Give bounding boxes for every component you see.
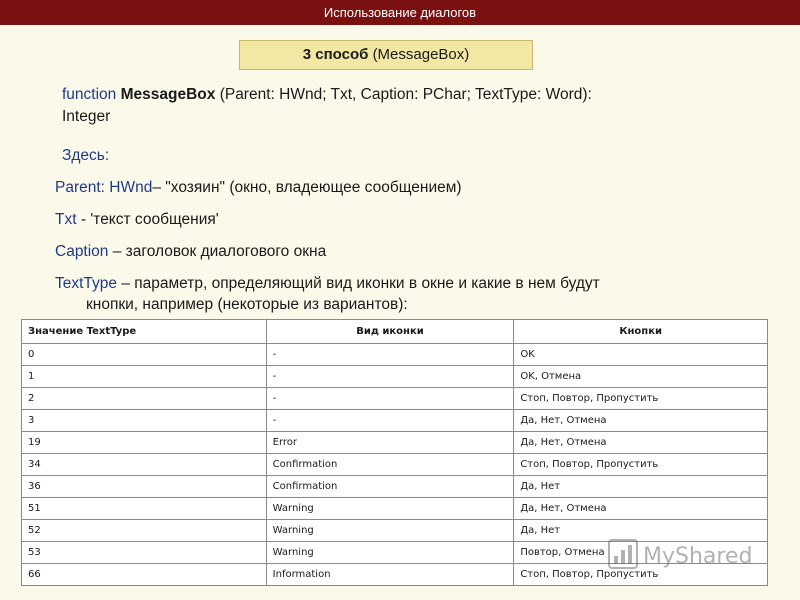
column-header-buttons: Кнопки [513,319,768,344]
cell-value: 2 [21,387,267,410]
method-name: (MessageBox) [372,46,470,63]
header-title: Использование диалогов [323,5,477,20]
param-name: Caption [55,243,109,260]
cell-buttons: Да, Нет, Отмена [513,497,768,520]
table-row: 36 Confirmation Да, Нет [21,475,768,498]
cell-value: 0 [21,343,267,366]
cell-value: 51 [21,497,267,520]
cell-icon: Warning [265,519,515,542]
cell-icon: - [265,387,515,410]
cell-value: 3 [21,409,267,432]
column-header-icon: Вид иконки [265,319,515,344]
cell-icon: Information [265,563,515,586]
cell-buttons: OK, Отмена [513,365,768,388]
column-header-value: Значение TextType [21,319,267,344]
table-row: 52 Warning Да, Нет [21,519,768,542]
param-name: TextType [55,275,118,292]
header-bar: Использование диалогов [0,0,800,25]
cell-buttons: Повтор, Отмена [513,541,768,564]
function-signature: function MessageBox (Parent: HWnd; Txt, … [62,86,592,104]
cell-value: 36 [21,475,267,498]
cell-icon: Error [265,431,515,454]
cell-buttons: Да, Нет [513,475,768,498]
texttype-table: Значение TextType Вид иконки Кнопки 0- OK… [21,319,768,586]
cell-value: 66 [21,563,267,586]
cell-icon: - [265,409,515,432]
table-row: 3- Да, Нет, Отмена [21,409,768,432]
table-row: 34 Confirmation Стоп, Повтор, Пропустить [21,453,768,476]
table-header-row: Значение TextType Вид иконки Кнопки [21,319,768,344]
cell-buttons: Стоп, Повтор, Пропустить [513,387,768,410]
intro-text: Здесь: [62,147,110,164]
function-params: (Parent: HWnd; Txt, Caption: PChar; Text… [219,86,592,103]
table-row: 66 Information Стоп, Повтор, Пропустить [21,563,768,586]
param-texttype-continuation: кнопки, например (некоторые из вариантов… [86,296,408,313]
param-caption: Caption – заголовок диалогового окна [55,243,326,261]
cell-buttons: Стоп, Повтор, Пропустить [513,453,768,476]
cell-icon: Confirmation [265,475,515,498]
function-name: MessageBox [120,86,216,103]
cell-value: 19 [21,431,267,454]
function-keyword: function [62,86,117,103]
cell-value: 34 [21,453,267,476]
table-row: 0- OK [21,343,768,366]
cell-icon: Warning [265,541,515,564]
cell-buttons: Да, Нет [513,519,768,542]
cell-value: 1 [21,365,267,388]
cell-buttons: Да, Нет, Отмена [513,409,768,432]
cell-buttons: OK [513,343,768,366]
cell-icon: - [265,343,515,366]
cell-value: 53 [21,541,267,564]
param-desc: – параметр, определяющий вид иконки в ок… [117,275,600,292]
table-row: 2- Стоп, Повтор, Пропустить [21,387,768,410]
param-name: Txt [55,211,77,228]
param-parent: Parent: HWnd– "хозяин" (окно, владеющее … [55,179,462,197]
table-row: 1- OK, Отмена [21,365,768,388]
cell-buttons: Стоп, Повтор, Пропустить [513,563,768,586]
param-texttype: TextType – параметр, определяющий вид ик… [55,275,600,293]
method-title-box: 3 способ (MessageBox) [239,40,533,70]
table-row: 51 Warning Да, Нет, Отмена [21,497,768,520]
method-number: 3 способ [302,46,369,63]
function-return-type: Integer [62,108,111,125]
param-desc: – "хозяин" (окно, владеющее сообщением) [152,179,462,196]
param-desc: – заголовок диалогового окна [108,243,327,260]
cell-icon: Warning [265,497,515,520]
table-row: 19 Error Да, Нет, Отмена [21,431,768,454]
param-name: Parent: HWnd [55,179,153,196]
table-row: 53 Warning Повтор, Отмена [21,541,768,564]
cell-value: 52 [21,519,267,542]
param-txt: Txt - 'текст сообщения' [55,211,219,229]
param-desc: - 'текст сообщения' [76,211,219,228]
cell-buttons: Да, Нет, Отмена [513,431,768,454]
table-body: 0- OK 1- OK, Отмена 2- Стоп, Повтор, Пропусти… [21,343,768,586]
cell-icon: - [265,365,515,388]
cell-icon: Confirmation [265,453,515,476]
